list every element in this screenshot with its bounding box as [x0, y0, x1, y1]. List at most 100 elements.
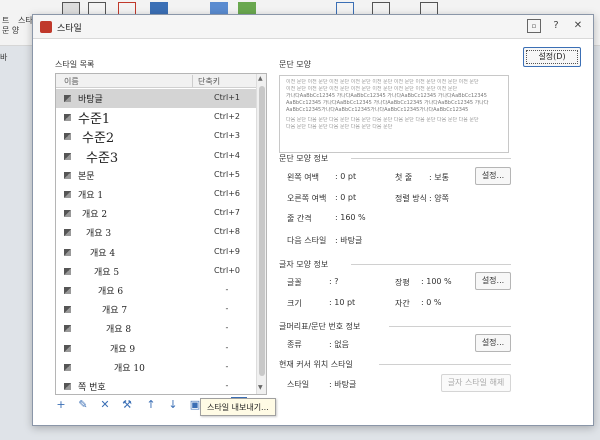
style-row-name: 수준1	[78, 112, 111, 128]
indent-value: : 보통	[429, 173, 449, 182]
spacing-value: : 0 %	[421, 298, 442, 307]
style-row-name: 본문	[78, 171, 95, 182]
paragraph-style-icon	[64, 171, 71, 179]
line-spacing-value: : 160 %	[335, 213, 366, 222]
style-row[interactable]: 개요 5 Ctrl+0	[56, 262, 256, 281]
paragraph-style-icon	[64, 229, 71, 237]
style-row-name: 개요 5	[94, 267, 120, 278]
style-row-shortcut: Ctrl+3	[213, 131, 241, 141]
move-down-icon[interactable]: ↓	[165, 397, 181, 413]
style-row-name: 수준2	[82, 131, 115, 147]
preview-line: 이전 문단 이전 문단 이전 문단 이전 문단 이전 문단 이전 문단 이전 문…	[286, 86, 458, 92]
header-shortcut: 단축키	[198, 77, 221, 86]
style-row[interactable]: 수준2 Ctrl+3	[56, 127, 256, 146]
preview-line: AaBbCc12345 가나다AaBbCc12345 가나다AaBbCc1234…	[286, 100, 489, 106]
style-row-name: 쪽 번호	[78, 383, 106, 393]
apply-button[interactable]: 설정(D)	[523, 47, 581, 67]
preview-line: AaBbCc12345가나다AaBbCc12345가나다AaBbCc12345가…	[286, 107, 469, 113]
style-row-shortcut: Ctrl+9	[213, 246, 241, 256]
style-row[interactable]: 본문 Ctrl+5	[56, 166, 256, 185]
style-row[interactable]: 바탕글 Ctrl+1	[56, 89, 256, 108]
numbering-info-title: 글머리표/문단 번호 정보	[279, 322, 361, 331]
delete-style-icon[interactable]: ✕	[97, 397, 113, 413]
ribbon-label-2[interactable]: 스타	[18, 16, 33, 26]
style-dialog: 스타일 ▫ ? ✕ 스타일 목록 이름 단축키 바탕글 Ctrl+1 수준1 Ctrl…	[32, 14, 594, 426]
paragraph-style-icon	[64, 363, 71, 371]
add-style-icon[interactable]: +	[53, 397, 69, 413]
release-char-style-button[interactable]: 글자 스타일 해제	[441, 374, 511, 392]
numbering-settings-button[interactable]: 설정...	[475, 334, 511, 352]
align-label: 정렬 방식	[395, 194, 427, 203]
paragraph-style-icon	[64, 325, 71, 333]
line-spacing-label: 줄 간격	[287, 214, 312, 223]
style-list[interactable]: 이름 단축키 바탕글 Ctrl+1 수준1 Ctrl+2 수준2 Ctrl+3 수준3 Ctr…	[55, 73, 267, 395]
paragraph-settings-button[interactable]: 설정...	[475, 167, 511, 185]
dialog-title: 스타일	[57, 24, 82, 34]
style-row-shortcut: Ctrl+2	[213, 112, 241, 122]
style-row-shortcut: -	[225, 342, 229, 352]
style-row[interactable]: 개요 1 Ctrl+6	[56, 185, 256, 204]
paragraph-style-icon	[64, 114, 71, 122]
ribbon-label-1[interactable]: 문 양	[2, 26, 19, 36]
help-button[interactable]: ?	[549, 19, 563, 33]
dialog-titlebar[interactable]: 스타일 ▫ ? ✕	[33, 15, 593, 39]
style-row[interactable]: 개요 4 Ctrl+9	[56, 243, 256, 262]
ratio-label: 장평	[395, 278, 410, 287]
style-row[interactable]: 개요 6 -	[56, 281, 256, 300]
style-row[interactable]: 개요 2 Ctrl+7	[56, 204, 256, 223]
spacing-label: 자간	[395, 299, 410, 308]
edit-style-icon[interactable]: ✎	[75, 397, 91, 413]
style-row-shortcut: -	[225, 361, 229, 371]
style-row-name: 개요 3	[86, 229, 112, 240]
ribbon-label-0[interactable]: 트	[2, 16, 9, 26]
section-divider	[351, 158, 511, 159]
style-row-name: 개요 6	[98, 287, 124, 297]
style-list-label: 스타일 목록	[55, 60, 95, 69]
char-info-title: 글자 모양 정보	[279, 260, 329, 269]
paragraph-style-icon	[64, 210, 71, 218]
paragraph-style-icon	[64, 191, 71, 198]
paragraph-style-icon	[64, 248, 71, 256]
preview-line: 다음 문단 다음 문단 다음 문단 다음 문단 다음 문단 다음 문단 다음 문…	[286, 117, 479, 123]
style-row[interactable]: 개요 10 -	[56, 358, 256, 377]
style-list-header: 이름 단축키	[56, 74, 256, 88]
font-label: 글꼴	[287, 278, 302, 287]
style-row[interactable]: 개요 9 -	[56, 339, 256, 358]
cursor-style-title: 현재 커서 위치 스타일	[279, 360, 353, 369]
paragraph-style-icon	[64, 344, 71, 352]
next-style-value: : 바탕글	[335, 236, 363, 245]
style-row[interactable]: 수준3 Ctrl+4	[56, 147, 256, 166]
char-settings-button[interactable]: 설정...	[475, 272, 511, 290]
style-row-shortcut: Ctrl+8	[213, 227, 241, 237]
close-button[interactable]: ✕	[571, 19, 585, 33]
header-divider	[192, 75, 193, 87]
left-margin-label: 왼쪽 여백	[287, 173, 319, 182]
section-divider	[351, 264, 511, 265]
replace-style-icon[interactable]: ⚒	[119, 397, 135, 413]
cursor-style-value: : 바탕글	[329, 380, 357, 389]
scroll-thumb[interactable]	[259, 86, 265, 376]
align-value: : 양쪽	[429, 194, 449, 203]
style-row[interactable]: 개요 3 Ctrl+8	[56, 223, 256, 242]
move-up-icon[interactable]: ↑	[143, 397, 159, 413]
right-margin-value: : 0 pt	[335, 193, 357, 202]
style-list-scrollbar[interactable]: ▲ ▼	[256, 74, 266, 394]
paragraph-style-icon	[64, 267, 71, 275]
style-row-shortcut: -	[225, 304, 229, 314]
context-help-icon[interactable]: ▫	[527, 19, 541, 33]
style-row-shortcut: Ctrl+7	[213, 208, 241, 218]
preview-title: 문단 모양	[279, 60, 311, 69]
style-row-name: 개요 2	[82, 210, 108, 221]
style-row-shortcut: Ctrl+4	[213, 150, 241, 160]
style-row[interactable]: 개요 8 -	[56, 319, 256, 338]
header-name: 이름	[64, 77, 79, 86]
style-row-shortcut: Ctrl+6	[213, 189, 241, 198]
style-row[interactable]: 개요 7 -	[56, 300, 256, 319]
cursor-style-label: 스타일	[287, 380, 310, 389]
style-row-shortcut: -	[225, 285, 229, 294]
scroll-down-icon[interactable]: ▼	[258, 384, 263, 391]
style-row-name: 개요 4	[90, 248, 116, 259]
style-row[interactable]: 수준1 Ctrl+2	[56, 108, 256, 127]
style-row[interactable]: 쪽 번호 -	[56, 377, 256, 394]
scroll-up-icon[interactable]: ▲	[258, 75, 263, 82]
